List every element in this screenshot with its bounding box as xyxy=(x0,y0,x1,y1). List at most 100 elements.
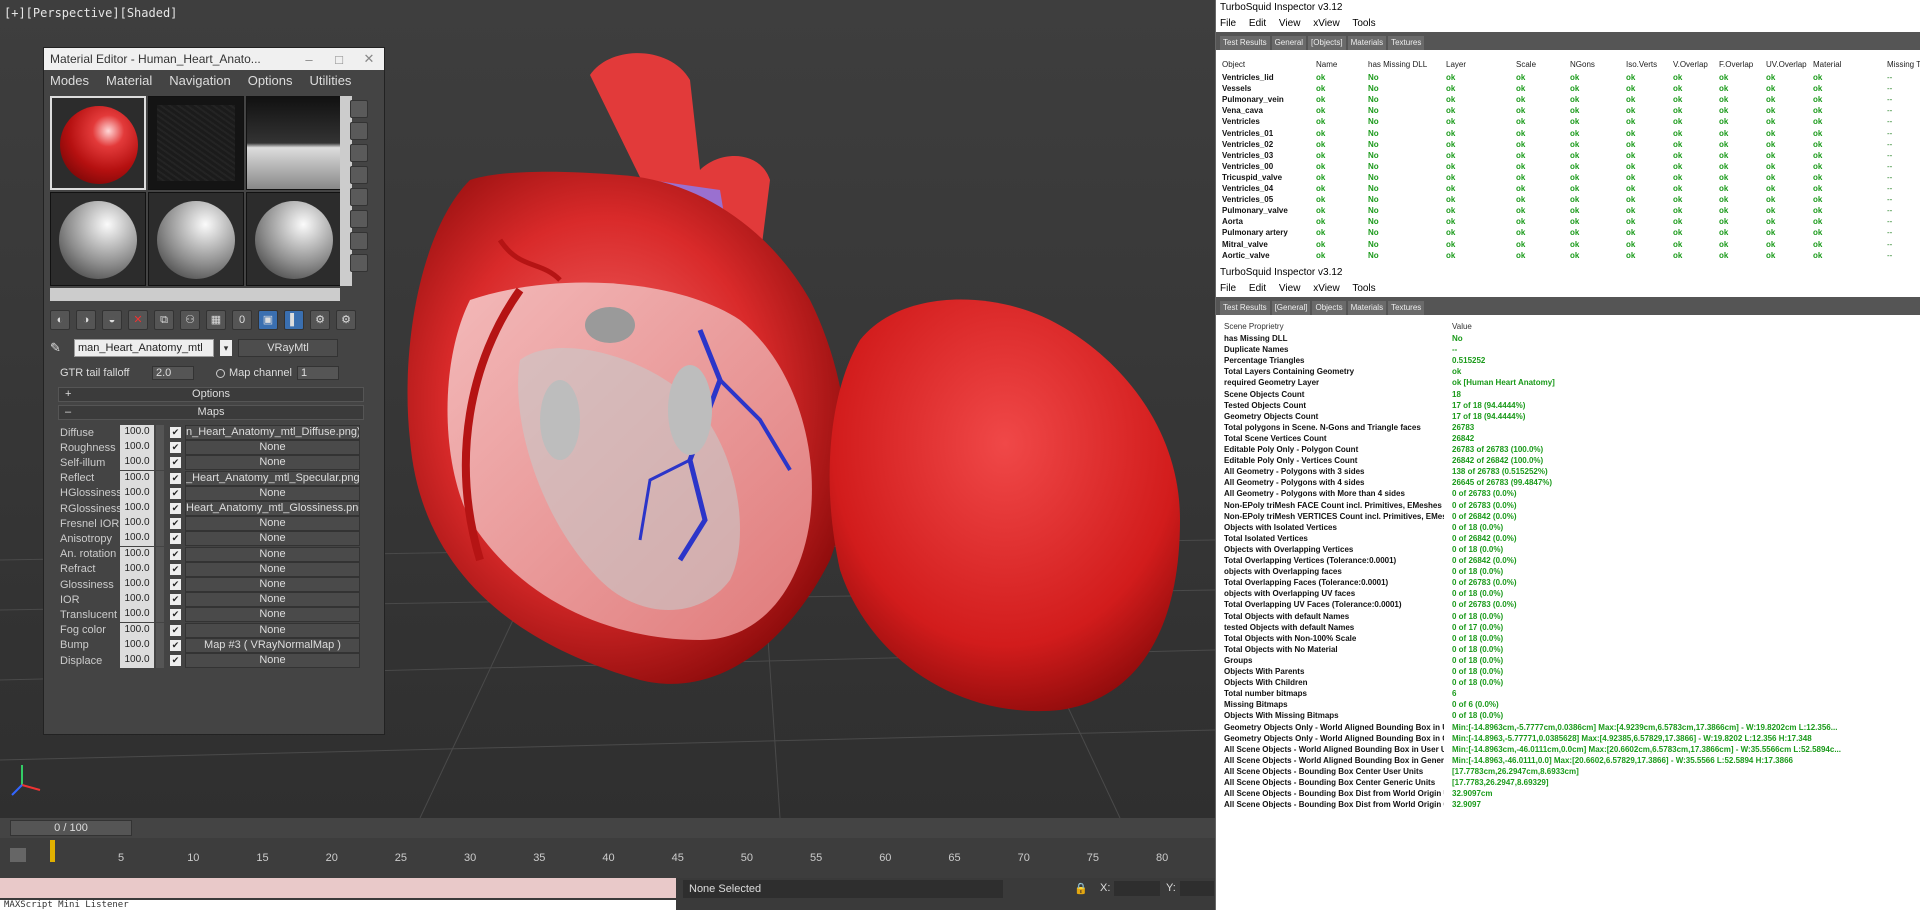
table-row[interactable]: Tricuspid_valve ok No ok ok ok ok ok ok ok ok -- xyxy=(1216,173,1920,184)
map-slot-button[interactable]: None xyxy=(185,440,360,456)
table-row[interactable]: Total Overlapping UV Faces (Tolerance:0.… xyxy=(1216,600,1920,611)
tab-test-results[interactable]: Test Results xyxy=(1220,301,1270,315)
column-header[interactable]: Scale xyxy=(1516,60,1536,69)
spinner-icon[interactable] xyxy=(156,501,164,516)
map-enabled-checkbox[interactable]: ✔ xyxy=(170,533,181,545)
track-bar[interactable]: 510152025303540455055606570758085 xyxy=(0,838,1237,878)
spinner-icon[interactable] xyxy=(156,470,164,486)
table-row[interactable]: All Scene Objects - Bounding Box Dist fr… xyxy=(1216,800,1920,811)
put-to-library-icon[interactable]: ▦ xyxy=(206,310,226,330)
spinner-icon[interactable] xyxy=(156,440,164,456)
map-slot-button[interactable]: None xyxy=(185,485,360,501)
sample-slot-4[interactable] xyxy=(50,192,146,286)
map-slot-button[interactable]: None xyxy=(185,516,360,532)
make-preview-icon[interactable] xyxy=(350,210,368,228)
backlight-icon[interactable] xyxy=(350,122,368,140)
map-enabled-checkbox[interactable]: ✔ xyxy=(170,442,181,454)
tab-general[interactable]: General xyxy=(1271,36,1307,50)
copy-material-icon[interactable]: ⧉ xyxy=(154,310,174,330)
table-row[interactable]: Geometry Objects Only - World Aligned Bo… xyxy=(1216,723,1920,734)
table-row[interactable]: Total Objects with default Names 0 of 18 … xyxy=(1216,612,1920,623)
video-color-check-icon[interactable] xyxy=(350,188,368,206)
spinner-icon[interactable] xyxy=(156,607,164,623)
column-header[interactable]: Name xyxy=(1316,60,1337,69)
map-enabled-checkbox[interactable]: ✔ xyxy=(170,427,181,438)
map-enabled-checkbox[interactable]: ✔ xyxy=(170,563,181,575)
menu-tools[interactable]: Tools xyxy=(1352,18,1375,29)
column-header[interactable]: Iso.Verts xyxy=(1626,60,1657,69)
table-row[interactable]: Ventricles_04 ok No ok ok ok ok ok ok ok ok -- xyxy=(1216,184,1920,195)
sample-slot-5[interactable] xyxy=(148,192,244,286)
table-row[interactable]: Aorta ok No ok ok ok ok ok ok ok ok -- xyxy=(1216,217,1920,228)
map-enabled-checkbox[interactable]: ✔ xyxy=(170,487,181,499)
table-row[interactable]: All Scene Objects - Bounding Box Center … xyxy=(1216,767,1920,778)
map-enabled-checkbox[interactable]: ✔ xyxy=(170,594,181,606)
maxscript-mini-listener[interactable]: MAXScript Mini Listener xyxy=(0,900,676,910)
menu-modes[interactable]: Modes xyxy=(50,73,89,88)
table-row[interactable]: Pulmonary artery ok No ok ok ok ok ok ok ok ok -- xyxy=(1216,228,1920,239)
table-row[interactable]: Geometry Objects Count 17 of 18 (94.4444%… xyxy=(1216,412,1920,423)
table-row[interactable]: Ventricles ok No ok ok ok ok ok ok ok ok -- xyxy=(1216,117,1920,128)
table-row[interactable]: Total Overlapping Faces (Tolerance:0.000… xyxy=(1216,578,1920,589)
material-editor-titlebar[interactable]: Material Editor - Human_Heart_Anato... –… xyxy=(44,48,384,70)
go-forward-sibling-icon[interactable]: ⚙ xyxy=(336,310,356,330)
table-row[interactable]: Editable Poly Only - Polygon Count 26783 … xyxy=(1216,445,1920,456)
minimize-icon[interactable]: – xyxy=(294,52,324,67)
table-row[interactable]: has Missing DLL No xyxy=(1216,334,1920,345)
map-enabled-checkbox[interactable]: ✔ xyxy=(170,457,181,469)
table-row[interactable]: Non-EPoly triMesh VERTICES Count incl. P… xyxy=(1216,512,1920,523)
lock-icon[interactable]: 🔒 xyxy=(1074,882,1088,895)
table-row[interactable]: Objects with Isolated Vertices 0 of 18 (0… xyxy=(1216,523,1920,534)
sample-type-icon[interactable] xyxy=(350,100,368,118)
assign-material-icon[interactable]: ◒ xyxy=(102,310,122,330)
table-row[interactable]: Scene Objects Count 18 xyxy=(1216,390,1920,401)
y-field[interactable] xyxy=(1180,881,1214,896)
table-row[interactable]: Objects With Children 0 of 18 (0.0%) xyxy=(1216,678,1920,689)
tab-objects[interactable]: [Objects] xyxy=(1308,36,1346,50)
map-slot-button[interactable]: None xyxy=(185,653,360,668)
gtr-field[interactable]: 2.0 xyxy=(152,366,194,380)
make-unique-icon[interactable]: ⚇ xyxy=(180,310,200,330)
viewport-label[interactable]: [+][Perspective][Shaded] xyxy=(4,6,177,20)
options-icon[interactable] xyxy=(350,232,368,250)
table-row[interactable]: All Scene Objects - World Aligned Boundi… xyxy=(1216,756,1920,767)
spinner-icon[interactable] xyxy=(156,485,164,501)
map-enabled-checkbox[interactable]: ✔ xyxy=(170,579,181,590)
tab-objects[interactable]: Objects xyxy=(1312,301,1346,315)
table-row[interactable]: Missing Bitmaps 0 of 6 (0.0%) xyxy=(1216,700,1920,711)
map-slot-button[interactable]: None xyxy=(185,577,360,592)
table-row[interactable]: All Geometry - Polygons with 4 sides 2664… xyxy=(1216,478,1920,489)
column-header[interactable]: V.Overlap xyxy=(1673,60,1708,69)
map-slot-button[interactable]: None xyxy=(185,546,360,562)
table-row[interactable]: Total number bitmaps 6 xyxy=(1216,689,1920,700)
sample-slot-2[interactable] xyxy=(148,96,244,190)
close-icon[interactable]: ✕ xyxy=(354,51,384,67)
table-row[interactable]: Aortic_valve ok No ok ok ok ok ok ok ok ok -- xyxy=(1216,251,1920,262)
map-slot-button[interactable]: None xyxy=(185,531,360,547)
spinner-icon[interactable] xyxy=(156,425,164,440)
map-amount-field[interactable]: 100.0 xyxy=(120,546,154,562)
map-amount-field[interactable]: 100.0 xyxy=(120,637,154,653)
map-channel-field[interactable]: 1 xyxy=(297,366,339,380)
map-slot-button[interactable]: Map #3 ( VRayNormalMap ) xyxy=(185,637,360,653)
show-map-in-viewport-icon[interactable]: ▣ xyxy=(258,310,278,330)
show-end-result-icon[interactable]: ▌ xyxy=(284,310,304,330)
sample-slot-6[interactable] xyxy=(246,192,342,286)
map-slot-button[interactable]: _Heart_Anatomy_mtl_Specular.png) xyxy=(185,470,360,486)
menu-material[interactable]: Material xyxy=(106,73,152,88)
current-frame-marker[interactable] xyxy=(50,840,55,862)
table-row[interactable]: Ventricles_01 ok No ok ok ok ok ok ok ok ok -- xyxy=(1216,129,1920,140)
menu-view[interactable]: View xyxy=(1279,18,1301,29)
table-row[interactable]: All Geometry - Polygons with 3 sides 138 … xyxy=(1216,467,1920,478)
put-material-icon[interactable]: ◑ xyxy=(76,310,96,330)
go-to-parent-icon[interactable]: ⚙ xyxy=(310,310,330,330)
menu-edit[interactable]: Edit xyxy=(1249,283,1266,294)
map-amount-field[interactable]: 100.0 xyxy=(120,501,154,516)
options-rollout[interactable]: + Options xyxy=(58,387,364,402)
map-amount-field[interactable]: 100.0 xyxy=(120,455,154,471)
map-amount-field[interactable]: 100.0 xyxy=(120,653,154,668)
map-amount-field[interactable]: 100.0 xyxy=(120,577,154,592)
map-amount-field[interactable]: 100.0 xyxy=(120,425,154,440)
table-row[interactable]: Ventricles_lid ok No ok ok ok ok ok ok ok ok -- xyxy=(1216,73,1920,84)
table-row[interactable]: All Scene Objects - Bounding Box Dist fr… xyxy=(1216,789,1920,800)
